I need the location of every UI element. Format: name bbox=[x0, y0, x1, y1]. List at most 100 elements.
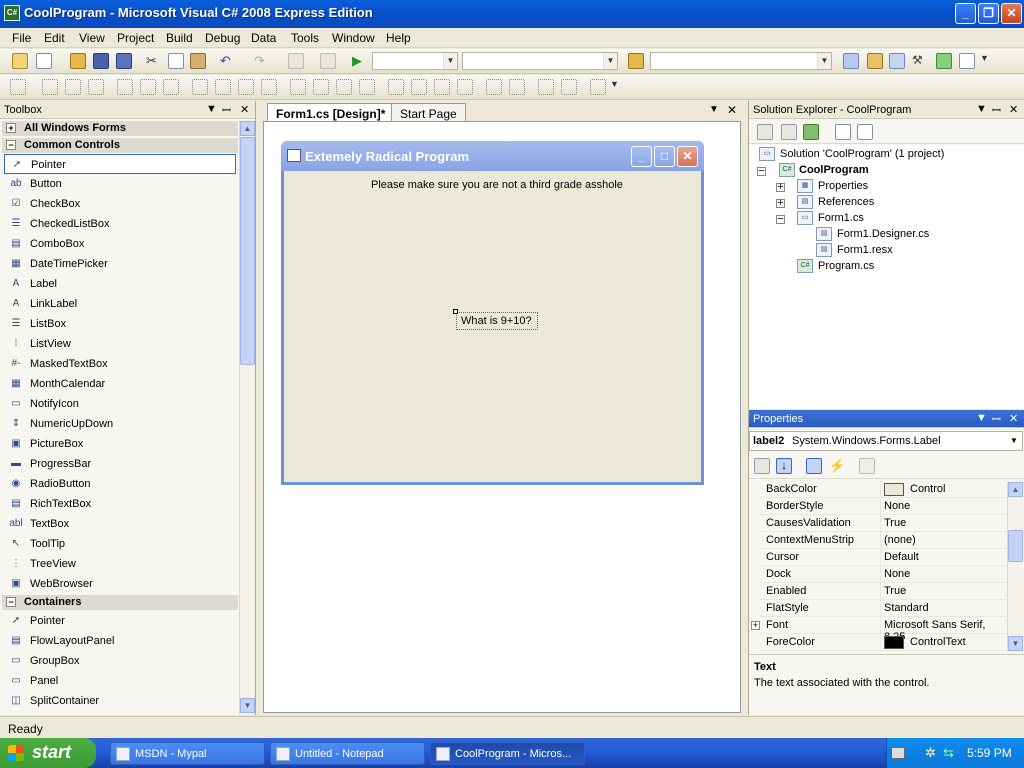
property-value[interactable]: True bbox=[884, 585, 906, 597]
property-value[interactable]: (none) bbox=[884, 534, 916, 546]
categorized-icon[interactable] bbox=[754, 458, 770, 474]
designer-form[interactable]: Extemely Radical Program _ □ ✕ Please ma… bbox=[281, 141, 704, 485]
horizontal-spacing-icon[interactable] bbox=[290, 79, 306, 95]
new-project-icon[interactable] bbox=[12, 53, 28, 69]
solution-pin-icon[interactable]: ꟷ bbox=[992, 103, 1001, 118]
platform-combo[interactable]: ▼ bbox=[462, 52, 618, 70]
show-all-files-icon[interactable] bbox=[757, 124, 773, 140]
toolbox-item-textbox[interactable]: abl TextBox bbox=[4, 514, 236, 534]
copy-icon[interactable] bbox=[168, 53, 184, 69]
toolbox-item-treeview[interactable]: ⋮ TreeView bbox=[4, 554, 236, 574]
vertical-spacing-icon[interactable] bbox=[388, 79, 404, 95]
toolbox-item-picturebox[interactable]: ▣ PictureBox bbox=[4, 434, 236, 454]
expand-icon[interactable]: + bbox=[776, 198, 785, 209]
refresh-icon[interactable] bbox=[803, 124, 819, 140]
toolbox-item-linklabel[interactable]: A LinkLabel bbox=[4, 294, 236, 314]
solution-dropdown-icon[interactable]: ▼ bbox=[976, 103, 987, 115]
keyboard-icon[interactable] bbox=[891, 747, 905, 759]
increase-vertical-spacing-icon[interactable] bbox=[411, 79, 427, 95]
toolbox-item-webbrowser[interactable]: ▣ WebBrowser bbox=[4, 574, 236, 594]
tab-form1-design[interactable]: Form1.cs [Design]* bbox=[267, 103, 395, 122]
make-same-height-icon[interactable] bbox=[215, 79, 231, 95]
align-rights-icon[interactable] bbox=[88, 79, 104, 95]
find-icon[interactable] bbox=[843, 53, 859, 69]
label1[interactable]: Please make sure you are not a third gra… bbox=[371, 179, 623, 191]
collapse-icon[interactable]: − bbox=[776, 214, 785, 225]
property-row-font[interactable]: +FontMicrosoft Sans Serif, 8.25 bbox=[751, 617, 1008, 643]
properties-window-icon[interactable] bbox=[889, 53, 905, 69]
toolbox-close-icon[interactable]: ✕ bbox=[240, 103, 249, 116]
navigate-forward-icon[interactable] bbox=[320, 53, 336, 69]
remove-vertical-spacing-icon[interactable] bbox=[457, 79, 473, 95]
menu-build[interactable]: Build bbox=[166, 31, 193, 45]
property-value[interactable]: True bbox=[884, 517, 906, 529]
toolbox-scrollbar[interactable]: ▲ ▼ bbox=[239, 120, 255, 715]
add-item-icon[interactable] bbox=[36, 53, 52, 69]
restore-button[interactable]: ❐ bbox=[978, 3, 999, 24]
center-vertically-icon[interactable] bbox=[509, 79, 525, 95]
tray-app-icon[interactable]: ✲ bbox=[925, 745, 936, 761]
open-folder-icon[interactable] bbox=[70, 53, 86, 69]
task-notepad[interactable]: Untitled - Notepad bbox=[270, 742, 425, 765]
properties-dropdown-icon[interactable]: ▼ bbox=[976, 412, 987, 424]
scroll-down-icon[interactable]: ▼ bbox=[1008, 636, 1023, 651]
decrease-vertical-spacing-icon[interactable] bbox=[434, 79, 450, 95]
toolbox-item-richtextbox[interactable]: ▤ RichTextBox bbox=[4, 494, 236, 514]
solution-explorer-icon[interactable] bbox=[867, 53, 883, 69]
align-bottoms-icon[interactable] bbox=[163, 79, 179, 95]
expand-icon[interactable]: + bbox=[776, 182, 785, 193]
task-coolprogram[interactable]: CoolProgram - Micros... bbox=[430, 742, 585, 765]
toolbox-dropdown-icon[interactable]: ▼ bbox=[206, 103, 217, 115]
increase-horizontal-spacing-icon[interactable] bbox=[313, 79, 329, 95]
toolbar-overflow-icon[interactable]: ▼ bbox=[980, 53, 996, 69]
toolbox-item-listbox[interactable]: ☰ ListBox bbox=[4, 314, 236, 334]
toolbox-item-checkbox[interactable]: ☑ CheckBox bbox=[4, 194, 236, 214]
property-value[interactable]: Standard bbox=[884, 602, 929, 614]
align-to-grid-icon[interactable] bbox=[10, 79, 26, 95]
toolbox-category-containers[interactable]: − Containers bbox=[2, 595, 238, 610]
toolbox-item-splitcontainer[interactable]: ◫ SplitContainer bbox=[4, 691, 236, 711]
menu-view[interactable]: View bbox=[79, 31, 105, 45]
tree-item-form1-designer[interactable]: Form1.Designer.cs bbox=[837, 228, 929, 240]
alphabetical-icon[interactable]: ↓ bbox=[776, 458, 792, 474]
properties-icon[interactable] bbox=[781, 124, 797, 140]
toolbox-item-maskedtextbox[interactable]: #- MaskedTextBox bbox=[4, 354, 236, 374]
menu-project[interactable]: Project bbox=[117, 31, 154, 45]
toolbox-item-button[interactable]: ab Button bbox=[4, 174, 236, 194]
view-code-icon[interactable] bbox=[835, 124, 851, 140]
menu-file[interactable]: File bbox=[12, 31, 31, 45]
cut-icon[interactable]: ✂ bbox=[146, 53, 162, 69]
toolbox-item-datetimepicker[interactable]: ▦ DateTimePicker bbox=[4, 254, 236, 274]
size-to-grid-icon[interactable] bbox=[261, 79, 277, 95]
paste-icon[interactable] bbox=[190, 53, 206, 69]
start-page-icon[interactable] bbox=[936, 53, 952, 69]
toolbox-item-flowlayoutpanel[interactable]: ▤ FlowLayoutPanel bbox=[4, 631, 236, 651]
toolbox-item-label[interactable]: A Label bbox=[4, 274, 236, 294]
property-row-enabled[interactable]: Enabled True bbox=[760, 583, 1008, 600]
tab-close-icon[interactable]: ✕ bbox=[727, 103, 737, 117]
expand-icon[interactable]: + bbox=[751, 621, 760, 630]
property-row-borderstyle[interactable]: BorderStyle None bbox=[760, 498, 1008, 515]
properties-scrollbar[interactable]: ▲ ▼ bbox=[1007, 482, 1023, 652]
scroll-thumb[interactable] bbox=[240, 137, 255, 365]
output-window-icon[interactable] bbox=[959, 53, 975, 69]
property-row-dock[interactable]: Dock None bbox=[760, 566, 1008, 583]
task-mypal[interactable]: MSDN - Mypal bbox=[110, 742, 265, 765]
minimize-button[interactable]: _ bbox=[955, 3, 976, 24]
menu-window[interactable]: Window bbox=[332, 31, 375, 45]
menu-data[interactable]: Data bbox=[251, 31, 276, 45]
navigate-back-icon[interactable] bbox=[288, 53, 304, 69]
tree-item-solution[interactable]: Solution 'CoolProgram' (1 project) bbox=[780, 148, 944, 160]
scroll-thumb[interactable] bbox=[1008, 530, 1023, 562]
property-value[interactable]: None bbox=[884, 568, 910, 580]
scroll-up-icon[interactable]: ▲ bbox=[1008, 482, 1023, 497]
collapse-icon[interactable]: − bbox=[757, 166, 766, 177]
menu-tools[interactable]: Tools bbox=[291, 31, 319, 45]
tree-item-form1-resx[interactable]: Form1.resx bbox=[837, 244, 893, 256]
align-lefts-icon[interactable] bbox=[42, 79, 58, 95]
toolbox-item-panel[interactable]: ▭ Panel bbox=[4, 671, 236, 691]
save-all-icon[interactable] bbox=[116, 53, 132, 69]
tree-item-program[interactable]: Program.cs bbox=[818, 260, 874, 272]
view-designer-icon[interactable] bbox=[857, 124, 873, 140]
toolbox-pin-icon[interactable]: ꟷ bbox=[222, 103, 231, 118]
